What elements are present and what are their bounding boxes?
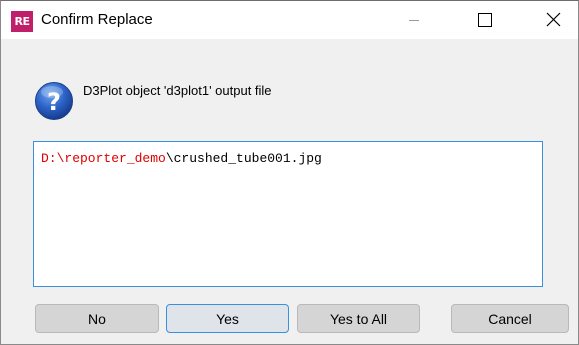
close-icon (546, 12, 561, 27)
maximize-button[interactable] (461, 1, 507, 39)
svg-text:?: ? (47, 88, 61, 116)
minimize-icon (409, 20, 419, 21)
window-title: Confirm Replace (41, 11, 153, 28)
title-bar[interactable]: RE Confirm Replace (1, 1, 578, 39)
output-path-box[interactable]: D:\reporter_demo\crushed_tube001.jpg (33, 141, 543, 287)
close-button[interactable] (531, 1, 577, 39)
message-text: D3Plot object 'd3plot1' output file (83, 83, 272, 98)
yes-button[interactable]: Yes (166, 304, 289, 333)
reporter-app-icon: RE (11, 11, 33, 32)
question-icon: ? (34, 81, 74, 121)
confirm-replace-dialog: RE Confirm Replace ? D3Plot object 'd3pl… (0, 0, 579, 345)
maximize-icon (478, 13, 492, 27)
cancel-button[interactable]: Cancel (451, 304, 569, 333)
minimize-button[interactable] (391, 1, 437, 39)
path-directory: D:\reporter_demo (41, 151, 166, 166)
yes-to-all-button[interactable]: Yes to All (297, 304, 420, 333)
no-button[interactable]: No (35, 304, 159, 333)
path-filename: \crushed_tube001.jpg (165, 151, 322, 166)
output-path: D:\reporter_demo\crushed_tube001.jpg (41, 151, 322, 167)
